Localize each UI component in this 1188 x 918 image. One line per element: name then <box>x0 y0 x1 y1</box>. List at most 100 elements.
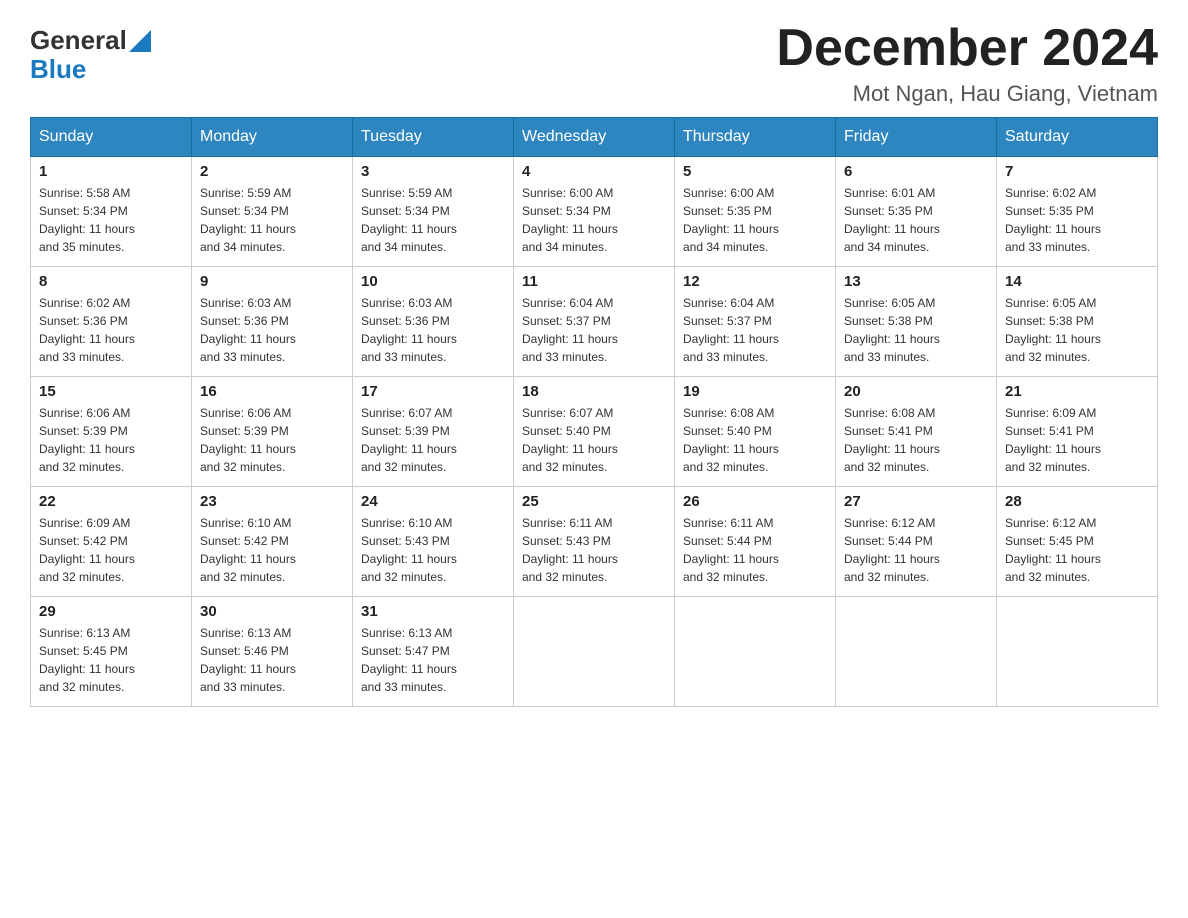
day-number: 26 <box>683 493 827 510</box>
calendar-cell: 17Sunrise: 6:07 AMSunset: 5:39 PMDayligh… <box>353 377 514 487</box>
day-info: Sunrise: 6:03 AMSunset: 5:36 PMDaylight:… <box>361 294 505 366</box>
col-header-monday: Monday <box>192 118 353 157</box>
day-info: Sunrise: 5:58 AMSunset: 5:34 PMDaylight:… <box>39 184 183 256</box>
day-number: 2 <box>200 163 344 180</box>
calendar-cell: 24 Sunrise: 6:10 AMSunset: 5:43 PMDayligh… <box>353 487 514 597</box>
col-header-thursday: Thursday <box>675 118 836 157</box>
calendar-cell: 12 Sunrise: 6:04 AMSunset: 5:37 PMDayligh… <box>675 267 836 377</box>
calendar-cell <box>997 597 1158 707</box>
day-number: 31 <box>361 603 505 620</box>
day-number: 8 <box>39 273 183 290</box>
calendar-cell: 10 Sunrise: 6:03 AMSunset: 5:36 PMDayligh… <box>353 267 514 377</box>
day-number: 29 <box>39 603 183 620</box>
calendar-table: SundayMondayTuesdayWednesdayThursdayFrid… <box>30 117 1158 707</box>
calendar-cell: 8 Sunrise: 6:02 AMSunset: 5:36 PMDaylight… <box>31 267 192 377</box>
calendar-cell: 7Sunrise: 6:02 AMSunset: 5:35 PMDaylight… <box>997 157 1158 267</box>
calendar-header-row: SundayMondayTuesdayWednesdayThursdayFrid… <box>31 118 1158 157</box>
day-number: 24 <box>361 493 505 510</box>
day-info: Sunrise: 6:13 AMSunset: 5:45 PMDaylight:… <box>39 624 183 696</box>
day-number: 22 <box>39 493 183 510</box>
day-info: Sunrise: 6:04 AMSunset: 5:37 PMDaylight:… <box>522 294 666 366</box>
day-info: Sunrise: 6:13 AMSunset: 5:46 PMDaylight:… <box>200 624 344 696</box>
calendar-cell: 28 Sunrise: 6:12 AMSunset: 5:45 PMDayligh… <box>997 487 1158 597</box>
day-number: 17 <box>361 383 505 400</box>
calendar-cell: 19Sunrise: 6:08 AMSunset: 5:40 PMDayligh… <box>675 377 836 487</box>
calendar-cell: 30Sunrise: 6:13 AMSunset: 5:46 PMDayligh… <box>192 597 353 707</box>
logo-triangle-icon <box>129 30 151 52</box>
day-info: Sunrise: 6:12 AMSunset: 5:45 PMDaylight:… <box>1005 514 1149 586</box>
day-number: 13 <box>844 273 988 290</box>
day-info: Sunrise: 6:09 AMSunset: 5:41 PMDaylight:… <box>1005 404 1149 476</box>
day-number: 3 <box>361 163 505 180</box>
calendar-cell: 4 Sunrise: 6:00 AMSunset: 5:34 PMDaylight… <box>514 157 675 267</box>
calendar-cell: 22 Sunrise: 6:09 AMSunset: 5:42 PMDayligh… <box>31 487 192 597</box>
logo-general-text: General <box>30 25 127 56</box>
day-number: 28 <box>1005 493 1149 510</box>
day-number: 23 <box>200 493 344 510</box>
calendar-cell: 2 Sunrise: 5:59 AMSunset: 5:34 PMDaylight… <box>192 157 353 267</box>
day-info: Sunrise: 6:10 AMSunset: 5:43 PMDaylight:… <box>361 514 505 586</box>
day-info: Sunrise: 6:09 AMSunset: 5:42 PMDaylight:… <box>39 514 183 586</box>
col-header-saturday: Saturday <box>997 118 1158 157</box>
day-number: 15 <box>39 383 183 400</box>
calendar-cell: 6Sunrise: 6:01 AMSunset: 5:35 PMDaylight… <box>836 157 997 267</box>
calendar-cell <box>836 597 997 707</box>
day-info: Sunrise: 5:59 AMSunset: 5:34 PMDaylight:… <box>361 184 505 256</box>
day-info: Sunrise: 6:01 AMSunset: 5:35 PMDaylight:… <box>844 184 988 256</box>
day-info: Sunrise: 6:05 AMSunset: 5:38 PMDaylight:… <box>1005 294 1149 366</box>
calendar-cell: 18Sunrise: 6:07 AMSunset: 5:40 PMDayligh… <box>514 377 675 487</box>
calendar-cell: 3 Sunrise: 5:59 AMSunset: 5:34 PMDaylight… <box>353 157 514 267</box>
day-number: 9 <box>200 273 344 290</box>
day-info: Sunrise: 6:12 AMSunset: 5:44 PMDaylight:… <box>844 514 988 586</box>
calendar-cell: 5 Sunrise: 6:00 AMSunset: 5:35 PMDaylight… <box>675 157 836 267</box>
calendar-week-row: 1 Sunrise: 5:58 AMSunset: 5:34 PMDaylight… <box>31 157 1158 267</box>
day-number: 4 <box>522 163 666 180</box>
day-info: Sunrise: 5:59 AMSunset: 5:34 PMDaylight:… <box>200 184 344 256</box>
logo-blue-text: Blue <box>30 54 86 85</box>
day-info: Sunrise: 6:11 AMSunset: 5:43 PMDaylight:… <box>522 514 666 586</box>
calendar-cell: 26 Sunrise: 6:11 AMSunset: 5:44 PMDayligh… <box>675 487 836 597</box>
day-info: Sunrise: 6:00 AMSunset: 5:35 PMDaylight:… <box>683 184 827 256</box>
calendar-cell <box>514 597 675 707</box>
day-number: 5 <box>683 163 827 180</box>
title-block: December 2024 Mot Ngan, Hau Giang, Vietn… <box>776 20 1158 107</box>
calendar-cell: 11Sunrise: 6:04 AMSunset: 5:37 PMDayligh… <box>514 267 675 377</box>
calendar-cell: 29 Sunrise: 6:13 AMSunset: 5:45 PMDayligh… <box>31 597 192 707</box>
day-number: 1 <box>39 163 183 180</box>
calendar-cell: 20 Sunrise: 6:08 AMSunset: 5:41 PMDayligh… <box>836 377 997 487</box>
day-info: Sunrise: 6:02 AMSunset: 5:36 PMDaylight:… <box>39 294 183 366</box>
calendar-cell: 15 Sunrise: 6:06 AMSunset: 5:39 PMDayligh… <box>31 377 192 487</box>
day-info: Sunrise: 6:08 AMSunset: 5:41 PMDaylight:… <box>844 404 988 476</box>
day-info: Sunrise: 6:06 AMSunset: 5:39 PMDaylight:… <box>39 404 183 476</box>
calendar-cell: 14Sunrise: 6:05 AMSunset: 5:38 PMDayligh… <box>997 267 1158 377</box>
day-number: 20 <box>844 383 988 400</box>
calendar-cell: 31Sunrise: 6:13 AMSunset: 5:47 PMDayligh… <box>353 597 514 707</box>
calendar-cell <box>675 597 836 707</box>
day-number: 10 <box>361 273 505 290</box>
calendar-week-row: 15 Sunrise: 6:06 AMSunset: 5:39 PMDayligh… <box>31 377 1158 487</box>
day-info: Sunrise: 6:11 AMSunset: 5:44 PMDaylight:… <box>683 514 827 586</box>
day-number: 19 <box>683 383 827 400</box>
calendar-week-row: 29 Sunrise: 6:13 AMSunset: 5:45 PMDayligh… <box>31 597 1158 707</box>
month-year-title: December 2024 <box>776 20 1158 77</box>
page-header: General Blue December 2024 Mot Ngan, Hau… <box>30 20 1158 107</box>
day-info: Sunrise: 6:00 AMSunset: 5:34 PMDaylight:… <box>522 184 666 256</box>
day-info: Sunrise: 6:05 AMSunset: 5:38 PMDaylight:… <box>844 294 988 366</box>
calendar-cell: 13 Sunrise: 6:05 AMSunset: 5:38 PMDayligh… <box>836 267 997 377</box>
calendar-cell: 1 Sunrise: 5:58 AMSunset: 5:34 PMDaylight… <box>31 157 192 267</box>
calendar-cell: 27 Sunrise: 6:12 AMSunset: 5:44 PMDayligh… <box>836 487 997 597</box>
day-info: Sunrise: 6:10 AMSunset: 5:42 PMDaylight:… <box>200 514 344 586</box>
day-info: Sunrise: 6:04 AMSunset: 5:37 PMDaylight:… <box>683 294 827 366</box>
day-info: Sunrise: 6:02 AMSunset: 5:35 PMDaylight:… <box>1005 184 1149 256</box>
day-number: 12 <box>683 273 827 290</box>
calendar-cell: 25 Sunrise: 6:11 AMSunset: 5:43 PMDayligh… <box>514 487 675 597</box>
day-number: 21 <box>1005 383 1149 400</box>
day-number: 18 <box>522 383 666 400</box>
calendar-cell: 23 Sunrise: 6:10 AMSunset: 5:42 PMDayligh… <box>192 487 353 597</box>
logo: General Blue <box>30 20 151 85</box>
day-number: 25 <box>522 493 666 510</box>
day-info: Sunrise: 6:03 AMSunset: 5:36 PMDaylight:… <box>200 294 344 366</box>
calendar-cell: 16Sunrise: 6:06 AMSunset: 5:39 PMDayligh… <box>192 377 353 487</box>
day-number: 27 <box>844 493 988 510</box>
col-header-friday: Friday <box>836 118 997 157</box>
